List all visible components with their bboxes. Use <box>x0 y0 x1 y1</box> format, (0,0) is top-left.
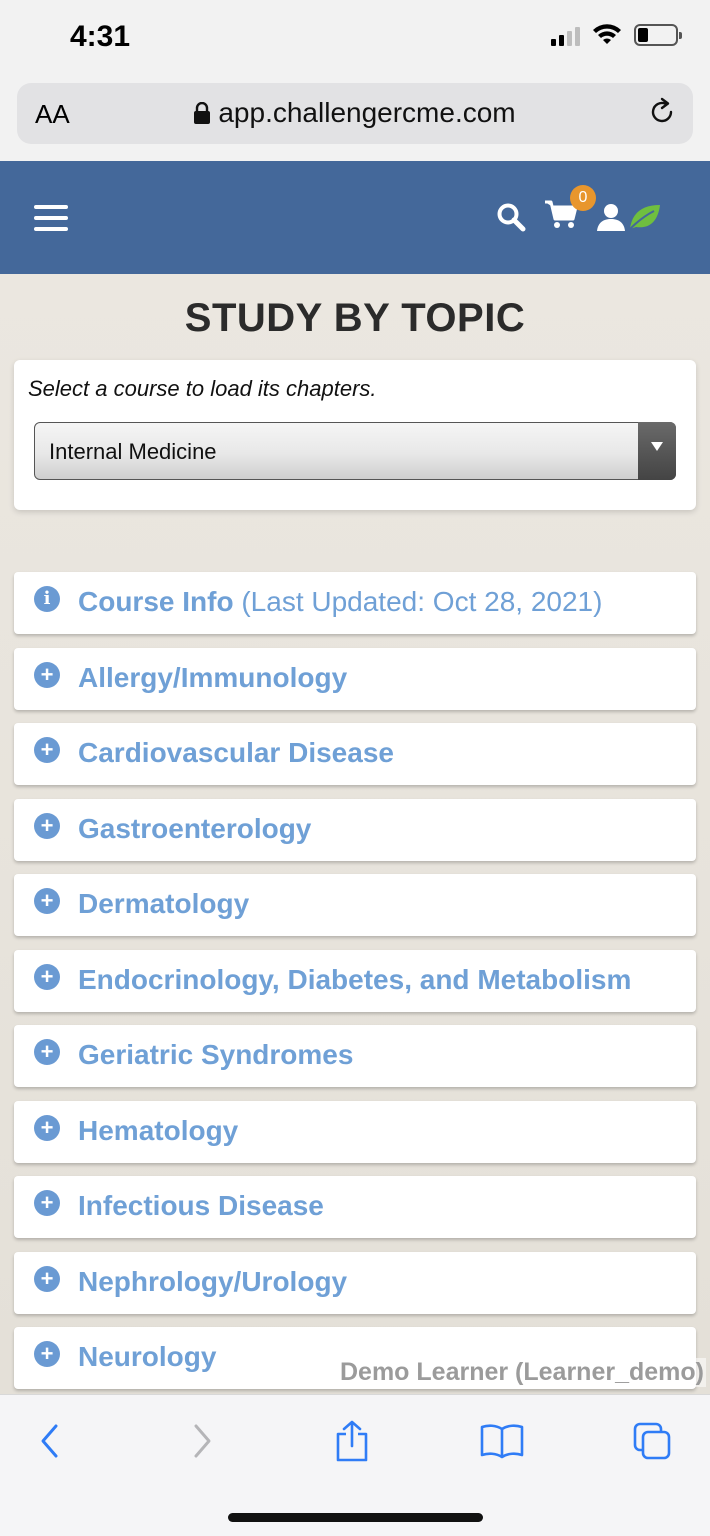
plus-circle-icon: + <box>34 737 60 763</box>
topic-label: Dermatology <box>78 888 250 919</box>
topic-course-info[interactable]: i Course Info (Last Updated: Oct 28, 202… <box>14 572 696 634</box>
topic-item[interactable]: + Infectious Disease <box>14 1176 696 1238</box>
topic-label: Endocrinology, Diabetes, and Metabolism <box>78 963 632 995</box>
wifi-icon <box>593 24 621 44</box>
dropdown-arrow-icon <box>638 422 676 480</box>
cart-button[interactable]: 0 <box>544 185 596 234</box>
status-icons <box>551 24 682 46</box>
topic-item[interactable]: + Gastroenterology <box>14 798 696 861</box>
chevron-right-icon <box>194 1424 211 1458</box>
topic-list: i Course Info (Last Updated: Oct 28, 202… <box>14 572 696 1403</box>
leaf-icon <box>629 204 660 230</box>
tabs-icon <box>633 1422 671 1460</box>
plus-circle-icon: + <box>34 661 60 688</box>
topic-item[interactable]: + Geriatric Syndromes <box>14 1025 696 1087</box>
plus-circle-icon: + <box>34 1190 60 1216</box>
topic-label: Course Info (Last Updated: Oct 28, 2021) <box>78 586 603 617</box>
chevron-left-icon <box>41 1424 58 1458</box>
plus-circle-icon: + <box>34 812 60 839</box>
battery-icon <box>634 24 682 46</box>
topic-label: Gastroenterology <box>78 812 312 844</box>
cart-count-badge: 0 <box>570 185 596 211</box>
cellular-signal-icon <box>551 24 580 46</box>
app-header: 0 <box>0 161 710 274</box>
topic-label: Geriatric Syndromes <box>78 1039 354 1070</box>
course-select[interactable]: Internal Medicine <box>34 422 676 480</box>
select-hint: Select a course to load its chapters. <box>28 376 377 401</box>
last-updated-text: (Last Updated: Oct 28, 2021) <box>241 586 603 617</box>
hamburger-menu-icon[interactable] <box>34 205 68 231</box>
plus-circle-icon: + <box>34 1039 60 1065</box>
page-title: STUDY BY TOPIC <box>184 296 526 340</box>
lock-icon <box>194 102 211 124</box>
course-select-value: Internal Medicine <box>49 439 217 464</box>
book-icon <box>480 1424 524 1459</box>
account-button[interactable] <box>596 202 662 232</box>
main-content: STUDY BY TOPIC Select a course to load i… <box>0 274 710 1394</box>
topic-label: Nephrology/Urology <box>78 1265 348 1297</box>
plus-circle-icon: + <box>34 1341 60 1367</box>
topic-item[interactable]: + Dermatology <box>14 874 696 936</box>
address-bar[interactable]: AA app.challengercme.com <box>17 83 693 144</box>
topic-label: Cardiovascular Disease <box>78 737 394 768</box>
info-icon: i <box>34 586 60 612</box>
status-bar: 4:31 <box>0 0 710 80</box>
url-text: app.challengercme.com <box>218 97 516 128</box>
plus-circle-icon: + <box>34 888 60 914</box>
user-watermark: Demo Learner (Learner_demo) <box>337 1358 706 1387</box>
home-indicator <box>228 1513 483 1522</box>
back-button[interactable] <box>28 1419 72 1463</box>
share-button[interactable] <box>330 1419 374 1463</box>
topic-item[interactable]: + Allergy/Immunology <box>14 647 696 710</box>
plus-circle-icon: + <box>34 1114 60 1141</box>
topic-item[interactable]: + Cardiovascular Disease <box>14 723 696 785</box>
header-actions: 0 <box>496 185 662 234</box>
topic-label: Neurology <box>78 1341 217 1372</box>
user-icon <box>597 203 625 231</box>
reload-icon[interactable] <box>647 97 677 127</box>
forward-button[interactable] <box>180 1419 224 1463</box>
search-icon[interactable] <box>496 202 526 232</box>
topic-item[interactable]: + Nephrology/Urology <box>14 1251 696 1314</box>
plus-circle-icon: + <box>34 963 60 990</box>
topic-label: Hematology <box>78 1114 239 1146</box>
bookmarks-button[interactable] <box>480 1419 524 1463</box>
share-icon <box>336 1420 368 1462</box>
topic-label: Infectious Disease <box>78 1190 324 1221</box>
status-time: 4:31 <box>70 20 131 53</box>
tabs-button[interactable] <box>630 1419 674 1463</box>
plus-circle-icon: + <box>34 1265 60 1292</box>
topic-item[interactable]: + Hematology <box>14 1100 696 1163</box>
url-display[interactable]: app.challengercme.com <box>17 97 693 129</box>
course-select-card: Select a course to load its chapters. In… <box>14 360 696 510</box>
topic-item[interactable]: + Endocrinology, Diabetes, and Metabolis… <box>14 949 696 1012</box>
topic-label: Allergy/Immunology <box>78 661 348 693</box>
